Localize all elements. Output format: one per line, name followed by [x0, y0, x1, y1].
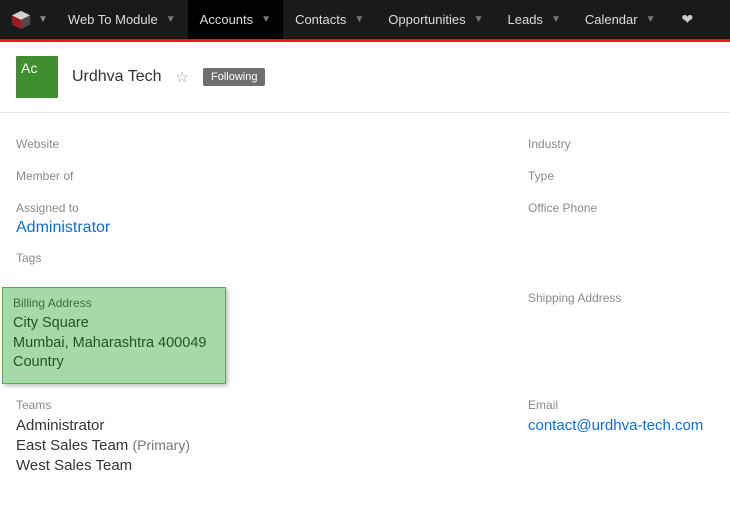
nav-item-accounts[interactable]: Accounts ▼	[188, 0, 283, 39]
team-suffix: (Primary)	[132, 437, 190, 453]
nav-item-opportunities[interactable]: Opportunities ▼	[376, 0, 495, 39]
field-label: Type	[528, 169, 714, 183]
top-navigation: ▼ Web To Module ▼ Accounts ▼ Contacts ▼ …	[0, 0, 730, 42]
field-shipping-address: Shipping Address	[528, 269, 714, 309]
team-item: East Sales Team (Primary)	[16, 436, 528, 456]
field-tags: Tags	[16, 237, 528, 269]
caret-down-icon: ▼	[354, 14, 364, 25]
field-billing-address: Billing Address City Square Mumbai, Maha…	[2, 287, 226, 384]
billing-line2: Mumbai, Maharashtra 400049	[13, 334, 215, 354]
nav-label: Accounts	[200, 12, 253, 27]
field-type: Type	[528, 155, 714, 187]
team-item: West Sales Team	[16, 456, 528, 476]
nav-item-leads[interactable]: Leads ▼	[496, 0, 573, 39]
team-name: West Sales Team	[16, 457, 132, 474]
billing-address-value: City Square Mumbai, Maharashtra 400049 C…	[13, 314, 215, 373]
field-label: Industry	[528, 137, 714, 151]
field-label: Billing Address	[13, 296, 215, 310]
nav-item-web-to-module[interactable]: Web To Module ▼	[56, 0, 188, 39]
nav-item-contacts[interactable]: Contacts ▼	[283, 0, 376, 39]
caret-down-icon: ▼	[646, 14, 656, 25]
teams-value: Administrator East Sales Team (Primary) …	[16, 416, 528, 477]
favorite-star-icon[interactable]: ☆	[176, 68, 189, 86]
nav-item-calendar[interactable]: Calendar ▼	[573, 0, 668, 39]
field-label: Teams	[16, 398, 528, 412]
team-item: Administrator	[16, 416, 528, 436]
field-label: Email	[528, 398, 714, 412]
caret-down-icon: ▼	[261, 14, 271, 25]
field-industry: Industry	[528, 123, 714, 155]
field-member-of: Member of	[16, 155, 528, 187]
caret-down-icon: ▼	[38, 14, 48, 25]
assigned-to-link[interactable]: Administrator	[16, 219, 528, 237]
caret-down-icon: ▼	[551, 14, 561, 25]
field-email: Email contact@urdhva-tech.com	[528, 384, 714, 436]
record-detail: Website Industry Member of Type Assigned…	[0, 113, 730, 496]
field-office-phone: Office Phone	[528, 187, 714, 219]
team-name: Administrator	[16, 417, 104, 434]
field-label: Member of	[16, 169, 528, 183]
billing-line3: Country	[13, 353, 215, 373]
field-label: Office Phone	[528, 201, 714, 215]
chevron-down-icon: ❤	[682, 11, 694, 28]
field-assigned-to: Assigned to Administrator	[16, 187, 528, 237]
avatar: Ac	[16, 56, 58, 98]
caret-down-icon: ▼	[166, 14, 176, 25]
email-link[interactable]: contact@urdhva-tech.com	[528, 417, 703, 434]
cube-icon	[10, 9, 32, 31]
field-label: Website	[16, 137, 528, 151]
field-label: Assigned to	[16, 201, 528, 215]
field-label: Shipping Address	[528, 291, 714, 305]
record-header: Ac Urdhva Tech ☆ Following	[0, 42, 730, 113]
nav-label: Web To Module	[68, 12, 158, 27]
follow-button[interactable]: Following	[203, 68, 265, 86]
nav-more[interactable]: ❤	[668, 0, 708, 39]
nav-label: Contacts	[295, 12, 346, 27]
avatar-text: Ac	[21, 60, 37, 76]
page-title: Urdhva Tech	[72, 68, 162, 86]
caret-down-icon: ▼	[474, 14, 484, 25]
nav-label: Opportunities	[388, 12, 465, 27]
field-teams: Teams Administrator East Sales Team (Pri…	[16, 384, 528, 477]
nav-label: Leads	[508, 12, 543, 27]
field-label: Tags	[16, 251, 528, 265]
team-name: East Sales Team	[16, 437, 128, 454]
nav-label: Calendar	[585, 12, 638, 27]
billing-line1: City Square	[13, 314, 215, 334]
brand-menu[interactable]: ▼	[0, 0, 56, 39]
field-website: Website	[16, 123, 528, 155]
